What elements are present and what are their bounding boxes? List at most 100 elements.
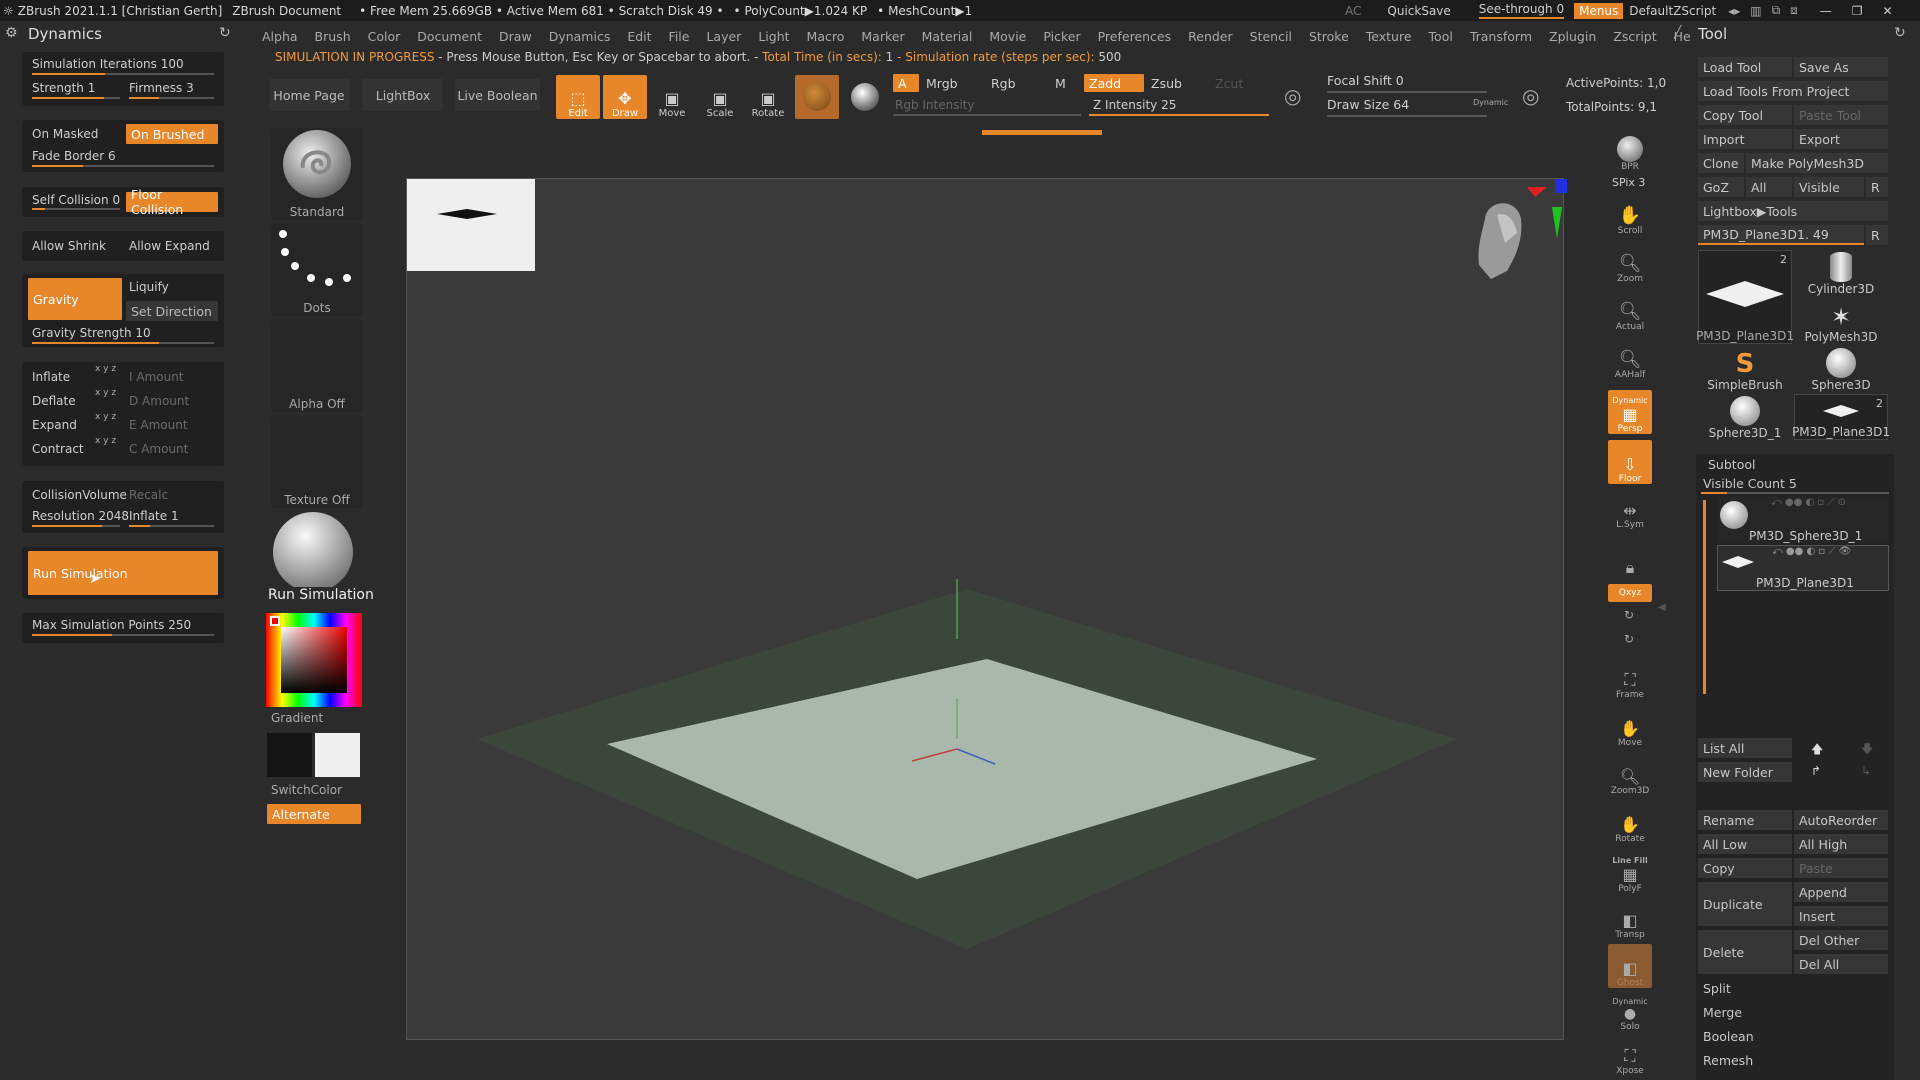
restore-icon[interactable]: ❐ [1852,4,1863,18]
floor-collision-button[interactable]: Floor Collision [126,187,218,217]
new-folder-button[interactable]: New Folder [1698,762,1792,782]
move-tool[interactable]: ▣ Move [650,75,694,119]
refresh-icon[interactable]: ↻ [219,25,231,41]
solo-button[interactable]: Dynamic ● Solo [1608,994,1652,1032]
menu-document[interactable]: Document [417,29,482,44]
zoom3d-button[interactable]: 🔍︎ Zoom3D [1608,756,1652,796]
menu-material[interactable]: Material [922,29,973,44]
copy-button[interactable]: Copy [1698,858,1792,878]
tool-cell-sphere3d[interactable]: Sphere3D [1794,346,1888,392]
menu-tool[interactable]: Tool [1429,29,1453,44]
folder-move2-icon[interactable]: ↳ [1861,764,1871,778]
e-amount-slider[interactable]: E Amount [129,418,188,432]
set-direction-button[interactable]: Set Direction [126,301,218,321]
gradient-label[interactable]: Gradient [271,711,323,725]
subtool-visibility-icons[interactable]: ⤺ ●● ◐ ▫ ⟋ 👁︎ [1772,546,1851,557]
close-icon[interactable]: ✕ [1883,4,1893,18]
focal-shift-slider[interactable]: Focal Shift 0 [1327,73,1404,88]
menu-marker[interactable]: Marker [861,29,904,44]
subtool-item-plane[interactable]: ⤺ ●● ◐ ▫ ⟋ 👁︎ PM3D_Plane3D1 [1717,545,1889,591]
live-boolean-button[interactable]: Live Boolean [455,79,540,111]
clone-button[interactable]: Clone [1698,153,1744,173]
tool-cell-simplebrush[interactable]: S SimpleBrush [1698,346,1792,392]
zadd-button[interactable]: Zadd [1084,74,1144,92]
material-thumb[interactable] [271,512,363,592]
tool-cell-sphere3d-1[interactable]: Sphere3D_1 [1698,394,1792,440]
i-amount-slider[interactable]: I Amount [129,370,184,384]
collision-volume-button[interactable]: CollisionVolume [32,488,127,502]
paste-button[interactable]: Paste [1794,858,1888,878]
contract-xyz[interactable]: x y z [95,436,116,446]
rotate-view-button[interactable]: ✋ Rotate [1608,804,1652,844]
sim-iterations-slider[interactable]: Simulation Iterations 100 [32,57,184,71]
subtool-title[interactable]: Subtool [1708,457,1755,472]
menu-brush[interactable]: Brush [315,29,351,44]
home-page-button[interactable]: Home Page [269,79,349,111]
m-button[interactable]: M [1055,76,1066,91]
draw-tool[interactable]: ✥ Draw [603,75,647,119]
self-collision-slider[interactable]: Self Collision 0 [32,193,120,207]
canvas-viewport[interactable] [406,178,1567,1040]
menu-file[interactable]: File [669,29,690,44]
autoreorder-button[interactable]: AutoReorder [1794,810,1888,830]
bpr-button[interactable]: BPR [1608,132,1652,172]
floor-button[interactable]: ⇩ Floor [1608,440,1652,484]
save-as-button[interactable]: Save As [1794,57,1888,77]
secondary-color-swatch[interactable] [315,733,360,777]
zcut-button[interactable]: Zcut [1215,76,1243,91]
menu-stroke[interactable]: Stroke [1309,29,1349,44]
tool-cell-pm3d-plane[interactable]: 2 PM3D_Plane3D1 [1696,250,1794,344]
del-other-button[interactable]: Del Other [1794,930,1888,950]
current-tool-slider[interactable]: PM3D_Plane3D1. 49 [1698,225,1864,245]
remesh-section[interactable]: Remesh [1703,1053,1753,1068]
default-zscript-button[interactable]: DefaultZScript [1629,4,1716,18]
xyz-button[interactable]: Qxyz [1608,584,1652,602]
minimize-icon[interactable]: — [1820,4,1832,18]
all-low-button[interactable]: All Low [1698,834,1792,854]
zoom-button[interactable]: 🔍︎ Zoom [1608,244,1652,284]
edit-tool[interactable]: ⬚ Edit [556,75,600,119]
z-intensity-slider[interactable]: Z Intensity 25 [1093,98,1176,112]
firmness-slider[interactable]: Firmness 3 [129,81,194,95]
recalc-button[interactable]: Recalc [129,488,168,502]
move-view-button[interactable]: ✋ Move [1608,708,1652,748]
tool-refresh-icon[interactable]: ↻ [1894,25,1906,41]
rotate-y-icon[interactable]: ↻ [1624,608,1634,622]
list-all-button[interactable]: List All [1698,738,1792,758]
insert-button[interactable]: Insert [1794,906,1888,926]
rotate-z-icon[interactable]: ↻ [1624,632,1634,646]
duplicate-button[interactable]: Duplicate [1698,882,1792,926]
arrow-up-icon[interactable]: 🡅 [1811,740,1823,761]
load-tool-button[interactable]: Load Tool [1698,57,1792,77]
rename-button[interactable]: Rename [1698,810,1792,830]
rgb-intensity-slider[interactable]: Rgb Intensity [895,98,975,112]
dynamic-label[interactable]: Dynamic [1473,98,1508,107]
subtool-visibility-icons[interactable]: ⤺ ●● ◐ ▫ ⟋ ⊙ [1771,497,1846,508]
menu-alpha[interactable]: Alpha [262,29,298,44]
a-button[interactable]: A [893,74,919,92]
menu-zplugin[interactable]: Zplugin [1549,29,1596,44]
menu-color[interactable]: Color [368,29,401,44]
menu-render[interactable]: Render [1188,29,1233,44]
folder-move-icon[interactable]: ↱ [1811,764,1821,778]
goz-visible-button[interactable]: Visible [1794,177,1864,197]
ac-button[interactable]: AC [1345,4,1361,18]
menu-dynamics[interactable]: Dynamics [549,29,611,44]
transp-button[interactable]: ◧ Transp [1608,900,1652,940]
scale-tool[interactable]: ▣ Scale [698,75,742,119]
menu-transform[interactable]: Transform [1470,29,1532,44]
gravity-strength-slider[interactable]: Gravity Strength 10 [32,326,151,340]
ghost-button[interactable]: ◧ Ghost [1608,944,1652,988]
tool-cell-polymesh[interactable]: ✶ PolyMesh3D [1794,298,1888,344]
window-icon[interactable]: ⧉ [1772,3,1781,18]
run-simulation-button[interactable]: Run Simulation [28,551,218,595]
quicksave-button[interactable]: QuickSave [1387,4,1450,18]
inflate-xyz[interactable]: x y z [95,364,116,374]
aahalf-button[interactable]: 🔍︎ AAHalf [1608,340,1652,380]
strength-slider[interactable]: Strength 1 [32,81,95,95]
navigation-thumbnail[interactable] [407,179,535,271]
delete-button[interactable]: Delete [1698,930,1792,974]
allow-shrink-button[interactable]: Allow Shrink [32,239,106,253]
del-all-button[interactable]: Del All [1794,954,1888,974]
lightbox-button[interactable]: LightBox [363,79,443,111]
